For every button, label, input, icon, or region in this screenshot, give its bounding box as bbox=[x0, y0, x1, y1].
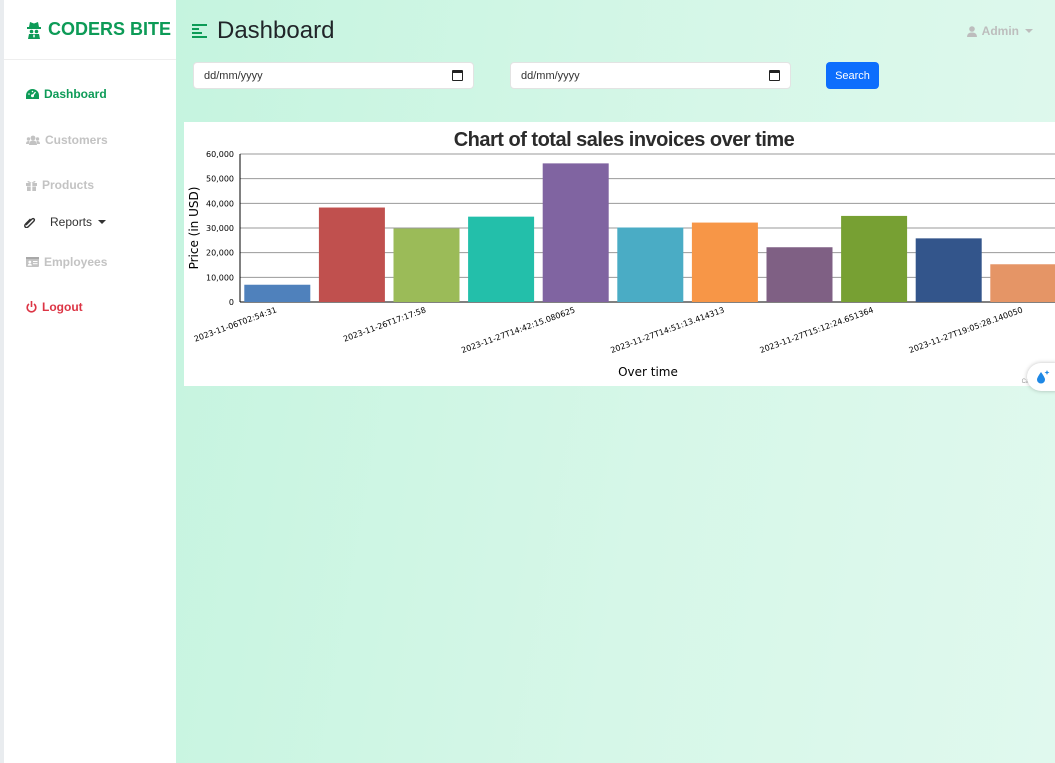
sidebar-item-label: Reports bbox=[50, 215, 93, 229]
sidebar-item-logout[interactable]: Logout bbox=[26, 300, 83, 314]
bar bbox=[542, 163, 609, 302]
user-icon bbox=[966, 25, 977, 37]
sidebar-item-dashboard[interactable]: Dashboard bbox=[26, 87, 107, 101]
y-tick-label: 10,000 bbox=[206, 273, 234, 282]
x-tick-label: 2023-11-27T14:42:15.080625 bbox=[460, 305, 576, 355]
bar bbox=[244, 284, 311, 302]
bar bbox=[617, 227, 684, 302]
bar-chart: Chart of total sales invoices over time 0… bbox=[187, 129, 1055, 379]
id-card-icon bbox=[26, 257, 39, 267]
y-axis-label: Price (in USD) bbox=[187, 187, 201, 270]
x-tick-label: 2023-11-27T14:51:13.414313 bbox=[609, 305, 725, 355]
sales-chart: Chart of total sales invoices over time 0… bbox=[184, 122, 1055, 386]
y-tick-label: 60,000 bbox=[206, 150, 234, 159]
x-tick-label: 2023-11-27T19:05:28.140050 bbox=[908, 305, 1024, 355]
chevron-down-icon bbox=[1025, 29, 1033, 33]
main-content: Dashboard Admin dd/mm/yyyy dd/mm/yyyy Se… bbox=[176, 0, 1055, 763]
brand[interactable]: CODERS BITE bbox=[4, 0, 176, 60]
users-icon bbox=[26, 135, 40, 145]
search-button[interactable]: Search bbox=[826, 62, 879, 89]
water-drop-icon bbox=[1037, 370, 1050, 384]
start-date-placeholder: dd/mm/yyyy bbox=[204, 69, 263, 82]
x-tick-label: 2023-11-27T15:12:24.651364 bbox=[759, 305, 875, 355]
power-icon bbox=[26, 301, 37, 313]
page-title-text: Dashboard bbox=[217, 17, 335, 44]
bar bbox=[318, 207, 385, 302]
user-menu[interactable]: Admin bbox=[966, 24, 1033, 38]
start-date-input[interactable]: dd/mm/yyyy bbox=[193, 62, 474, 89]
bar bbox=[990, 264, 1055, 302]
y-tick-label: 30,000 bbox=[206, 224, 234, 233]
page-title: Dashboard bbox=[192, 17, 334, 45]
x-tick-label: 2023-11-06T02:54:31 bbox=[193, 305, 278, 343]
y-tick-label: 20,000 bbox=[206, 249, 234, 258]
bar bbox=[915, 238, 982, 302]
y-tick-label: 50,000 bbox=[206, 175, 234, 184]
tachometer-icon bbox=[26, 88, 39, 99]
sidebar-item-label: Logout bbox=[42, 300, 83, 314]
chart-title: Chart of total sales invoices over time bbox=[454, 129, 795, 151]
x-tick-label: 2023-11-26T17:17:58 bbox=[342, 305, 427, 343]
align-left-icon bbox=[192, 24, 207, 38]
sidebar-item-label: Dashboard bbox=[44, 87, 107, 101]
bar bbox=[691, 222, 758, 302]
chevron-down-icon bbox=[98, 220, 107, 224]
end-date-placeholder: dd/mm/yyyy bbox=[521, 69, 580, 82]
calendar-icon[interactable] bbox=[769, 70, 780, 81]
bar bbox=[468, 216, 535, 302]
paperclip-icon bbox=[24, 217, 36, 228]
accessibility-widget-button[interactable] bbox=[1027, 363, 1055, 391]
brand-name: CODERS BITE bbox=[48, 19, 172, 39]
bar bbox=[766, 247, 833, 302]
sidebar: CODERS BITE Dashboard Customers Products bbox=[4, 0, 176, 763]
user-name: Admin bbox=[981, 24, 1019, 38]
sidebar-item-products[interactable]: Products bbox=[26, 178, 94, 192]
x-axis-label: Over time bbox=[618, 365, 678, 379]
sidebar-item-label: Customers bbox=[45, 133, 108, 147]
sidebar-item-label: Employees bbox=[44, 255, 108, 269]
user-secret-icon bbox=[27, 21, 41, 39]
y-tick-label: 40,000 bbox=[206, 199, 234, 208]
sidebar-item-customers[interactable]: Customers bbox=[26, 133, 108, 147]
gift-icon bbox=[26, 180, 37, 191]
y-tick-label: 0 bbox=[229, 298, 234, 307]
calendar-icon[interactable] bbox=[452, 70, 463, 81]
sidebar-item-employees[interactable]: Employees bbox=[26, 255, 107, 269]
end-date-input[interactable]: dd/mm/yyyy bbox=[510, 62, 791, 89]
bar bbox=[841, 215, 908, 302]
bar bbox=[393, 228, 460, 302]
sidebar-item-label: Products bbox=[42, 178, 95, 192]
sidebar-item-reports[interactable]: Reports bbox=[24, 215, 107, 229]
